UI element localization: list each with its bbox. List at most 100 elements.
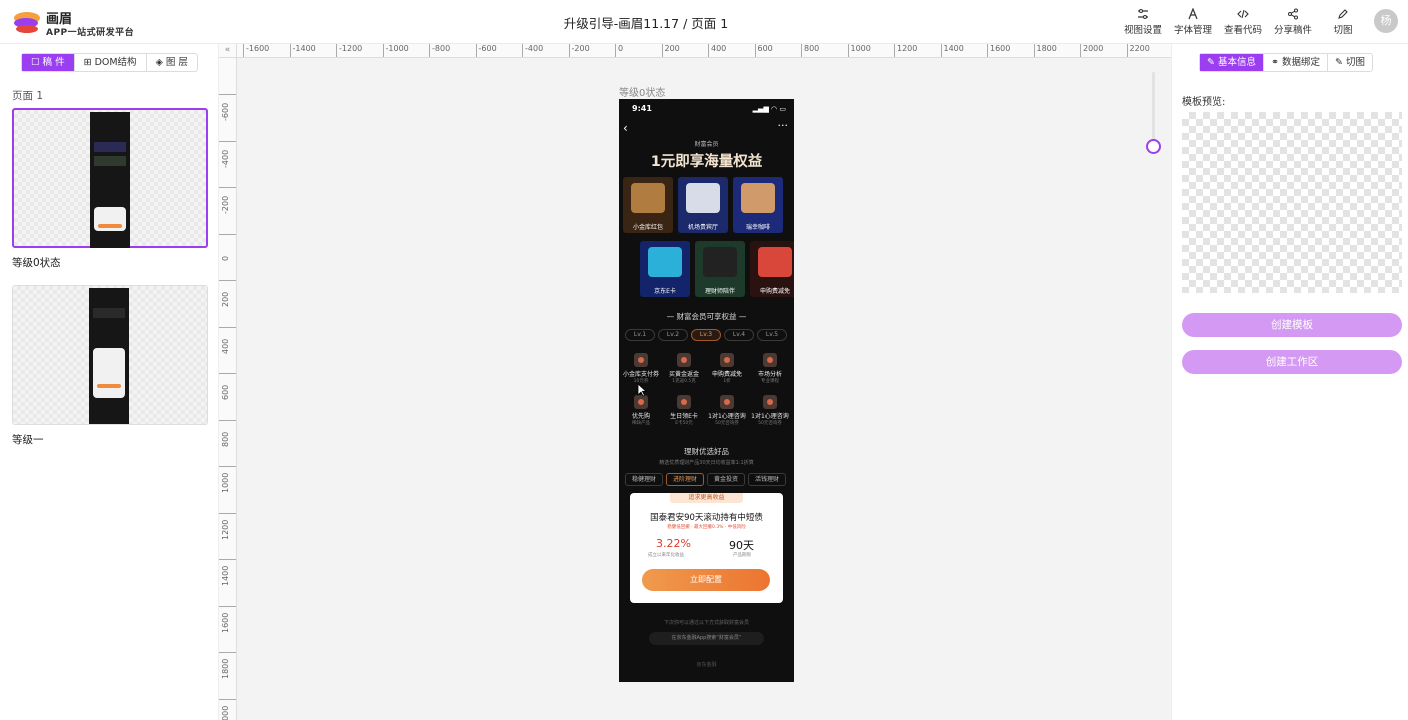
zoom-slider-track[interactable]	[1152, 72, 1155, 142]
benefit-item[interactable]: 1对1心理咨询 50元咨询券	[707, 395, 747, 426]
benefit-tile[interactable]: 机场贵宾厅	[678, 177, 728, 233]
benefit-item[interactable]: 生日领E卡 E卡50元	[664, 395, 704, 426]
benefit-tile[interactable]: 小金库红包	[623, 177, 673, 233]
back-icon[interactable]: ‹	[623, 121, 628, 135]
toolbar: 视图设置 字体管理 查看代码 分享稿件 切图	[1118, 8, 1368, 36]
benefit-subtitle: 专业课程	[761, 379, 779, 384]
template-preview-label: 模板预览:	[1182, 97, 1226, 108]
benefit-item[interactable]: 小金库支付券 10元券	[621, 353, 661, 384]
tab-draft[interactable]: ☐ 稿 件	[22, 54, 74, 71]
benefit-name: 市场分析	[757, 371, 782, 378]
level-tab[interactable]: Lv.2	[658, 329, 688, 341]
benefit-tile[interactable]: 瑞幸咖啡	[733, 177, 783, 233]
product-rate-label: 成立以来年化收益	[648, 553, 684, 558]
benefit-icon	[634, 353, 648, 367]
ruler-h-tick: 1800	[1033, 44, 1057, 57]
frame-name-level0[interactable]: 等级0状态	[12, 255, 61, 270]
ruler-h-tick: 800	[801, 44, 819, 57]
level-tab[interactable]: Lv.1	[625, 329, 655, 341]
tab-data-binding-label: 数据绑定	[1281, 57, 1320, 68]
benefit-subtitle: 1折	[723, 379, 731, 384]
benefit-tile[interactable]: 京东E卡	[640, 241, 690, 297]
benefit-item[interactable]: 优先购 稀缺产品	[621, 395, 661, 426]
club-logo: 财富会员	[694, 141, 719, 148]
create-workspace-button[interactable]: 创建工作区	[1182, 350, 1402, 374]
slice-label: 切图	[1333, 25, 1353, 36]
more-icon[interactable]: ···	[778, 119, 789, 132]
tab-data-binding[interactable]: ⚭ 数据绑定	[1263, 54, 1327, 71]
ruler-v-label: 400	[221, 338, 230, 354]
benefit-tile[interactable]: 理财师陪伴	[695, 241, 745, 297]
benefit-subtitle: 50元咨询券	[758, 421, 782, 426]
benefit-image	[648, 247, 682, 277]
benefit-name: 1对1心理咨询	[708, 413, 746, 420]
slice-button[interactable]: 切图	[1318, 8, 1368, 36]
frame-thumbnail-level0[interactable]	[12, 108, 208, 248]
benefit-item[interactable]: 申购费减免 1折	[707, 353, 747, 384]
collapse-panel-button[interactable]: «	[219, 44, 237, 58]
footer-search-hint[interactable]: 在京东金融App搜索“财富会员”	[649, 632, 764, 645]
create-template-button[interactable]: 创建模板	[1182, 313, 1402, 337]
ruler-v-tick: 400	[219, 326, 236, 354]
product-filter-tab[interactable]: 进阶理财	[666, 473, 704, 486]
tab-draft-label: 稿 件	[42, 57, 65, 68]
ruler-v-label: -200	[221, 195, 230, 214]
font-icon	[1188, 8, 1198, 20]
level-tab[interactable]: Lv.4	[724, 329, 754, 341]
level-tab[interactable]: Lv.3	[691, 329, 721, 341]
benefit-item[interactable]: 市场分析 专业课程	[750, 353, 790, 384]
view-code-button[interactable]: 查看代码	[1218, 8, 1268, 36]
ruler-v-tick: 1800	[219, 652, 236, 679]
right-panel: ✎ 基本信息 ⚭ 数据绑定 ✎ 切图 模板预览: 创建模板 创建工作区	[1171, 44, 1408, 720]
design-canvas[interactable]: « -1600 -1400 -1200 -1000 -800 -600 -400 -200 0 2…	[219, 44, 1171, 720]
card-badge: 追求更高收益	[670, 493, 743, 503]
benefit-image	[686, 183, 720, 213]
draft-icon: ☐	[31, 57, 43, 68]
ruler-h-tick: -200	[568, 44, 590, 57]
benefit-subtitle: E卡50元	[675, 421, 693, 426]
user-avatar[interactable]: 杨	[1374, 9, 1398, 33]
vertical-ruler: -600 -400 -200 0 200 400 600 800 1000 1200 1400 160…	[219, 58, 237, 720]
ruler-h-tick: -1200	[336, 44, 362, 57]
benefit-tile[interactable]: 申购费减免	[750, 241, 794, 297]
tab-layers[interactable]: ◈ 图 层	[145, 54, 197, 71]
tab-slice[interactable]: ✎ 切图	[1327, 54, 1372, 71]
product-card[interactable]: 追求更高收益 国泰君安90天滚动持有中短债 稳健低回撤 · 最大回撤0.3% ·…	[630, 493, 783, 603]
benefits-title-text: 财富会员可享权益	[676, 312, 737, 321]
share-button[interactable]: 分享稿件	[1268, 8, 1318, 36]
tree-icon: ⊞	[83, 57, 95, 68]
thumbnail-preview	[89, 288, 129, 424]
benefit-image	[741, 183, 775, 213]
tab-dom[interactable]: ⊞ DOM结构	[73, 54, 146, 71]
picks-title: 理财优选好品	[684, 447, 729, 456]
ruler-v-label: -600	[221, 102, 230, 121]
view-settings-button[interactable]: 视图设置	[1118, 8, 1168, 36]
benefit-item[interactable]: 1对1心理咨询 50元咨询券	[750, 395, 790, 426]
benefit-subtitle: 50元咨询券	[715, 421, 739, 426]
benefit-name: 1对1心理咨询	[751, 413, 789, 420]
product-filter-tab[interactable]: 稳健理财	[625, 473, 663, 486]
product-term-label: 产品期限	[733, 553, 751, 558]
font-manage-button[interactable]: 字体管理	[1168, 8, 1218, 36]
zoom-slider-handle[interactable]	[1146, 139, 1161, 154]
left-tab-group: ☐ 稿 件 ⊞ DOM结构 ◈ 图 层	[21, 53, 198, 72]
ruler-h-tick: 1000	[847, 44, 871, 57]
frame-name-level1[interactable]: 等级一	[12, 432, 44, 447]
mouse-cursor-icon	[637, 383, 647, 397]
document-title: 升级引导-画眉11.17 / 页面 1	[563, 16, 729, 31]
share-icon	[1288, 8, 1298, 20]
tab-basic-info[interactable]: ✎ 基本信息	[1200, 54, 1263, 71]
product-filter-tab[interactable]: 活钱理财	[748, 473, 786, 486]
ruler-h-tick: -600	[475, 44, 497, 57]
product-filter-tab[interactable]: 黄金投资	[707, 473, 745, 486]
level-tab[interactable]: Lv.5	[757, 329, 787, 341]
ruler-v-label: 200	[221, 291, 230, 307]
benefit-item[interactable]: 买黄金返金 1克返0.5克	[664, 353, 704, 384]
benefit-icon	[634, 395, 648, 409]
frame-label[interactable]: 等级0状态	[619, 84, 665, 99]
configure-now-button[interactable]: 立即配置	[642, 569, 770, 591]
frame-thumbnail-level1[interactable]	[12, 285, 208, 425]
left-panel: ☐ 稿 件 ⊞ DOM结构 ◈ 图 层 页面 1 等级0状态 等级一	[0, 44, 219, 720]
view-code-label: 查看代码	[1223, 25, 1262, 36]
horizontal-ruler: -1600 -1400 -1200 -1000 -800 -600 -400 -200 0 200…	[237, 44, 1171, 58]
